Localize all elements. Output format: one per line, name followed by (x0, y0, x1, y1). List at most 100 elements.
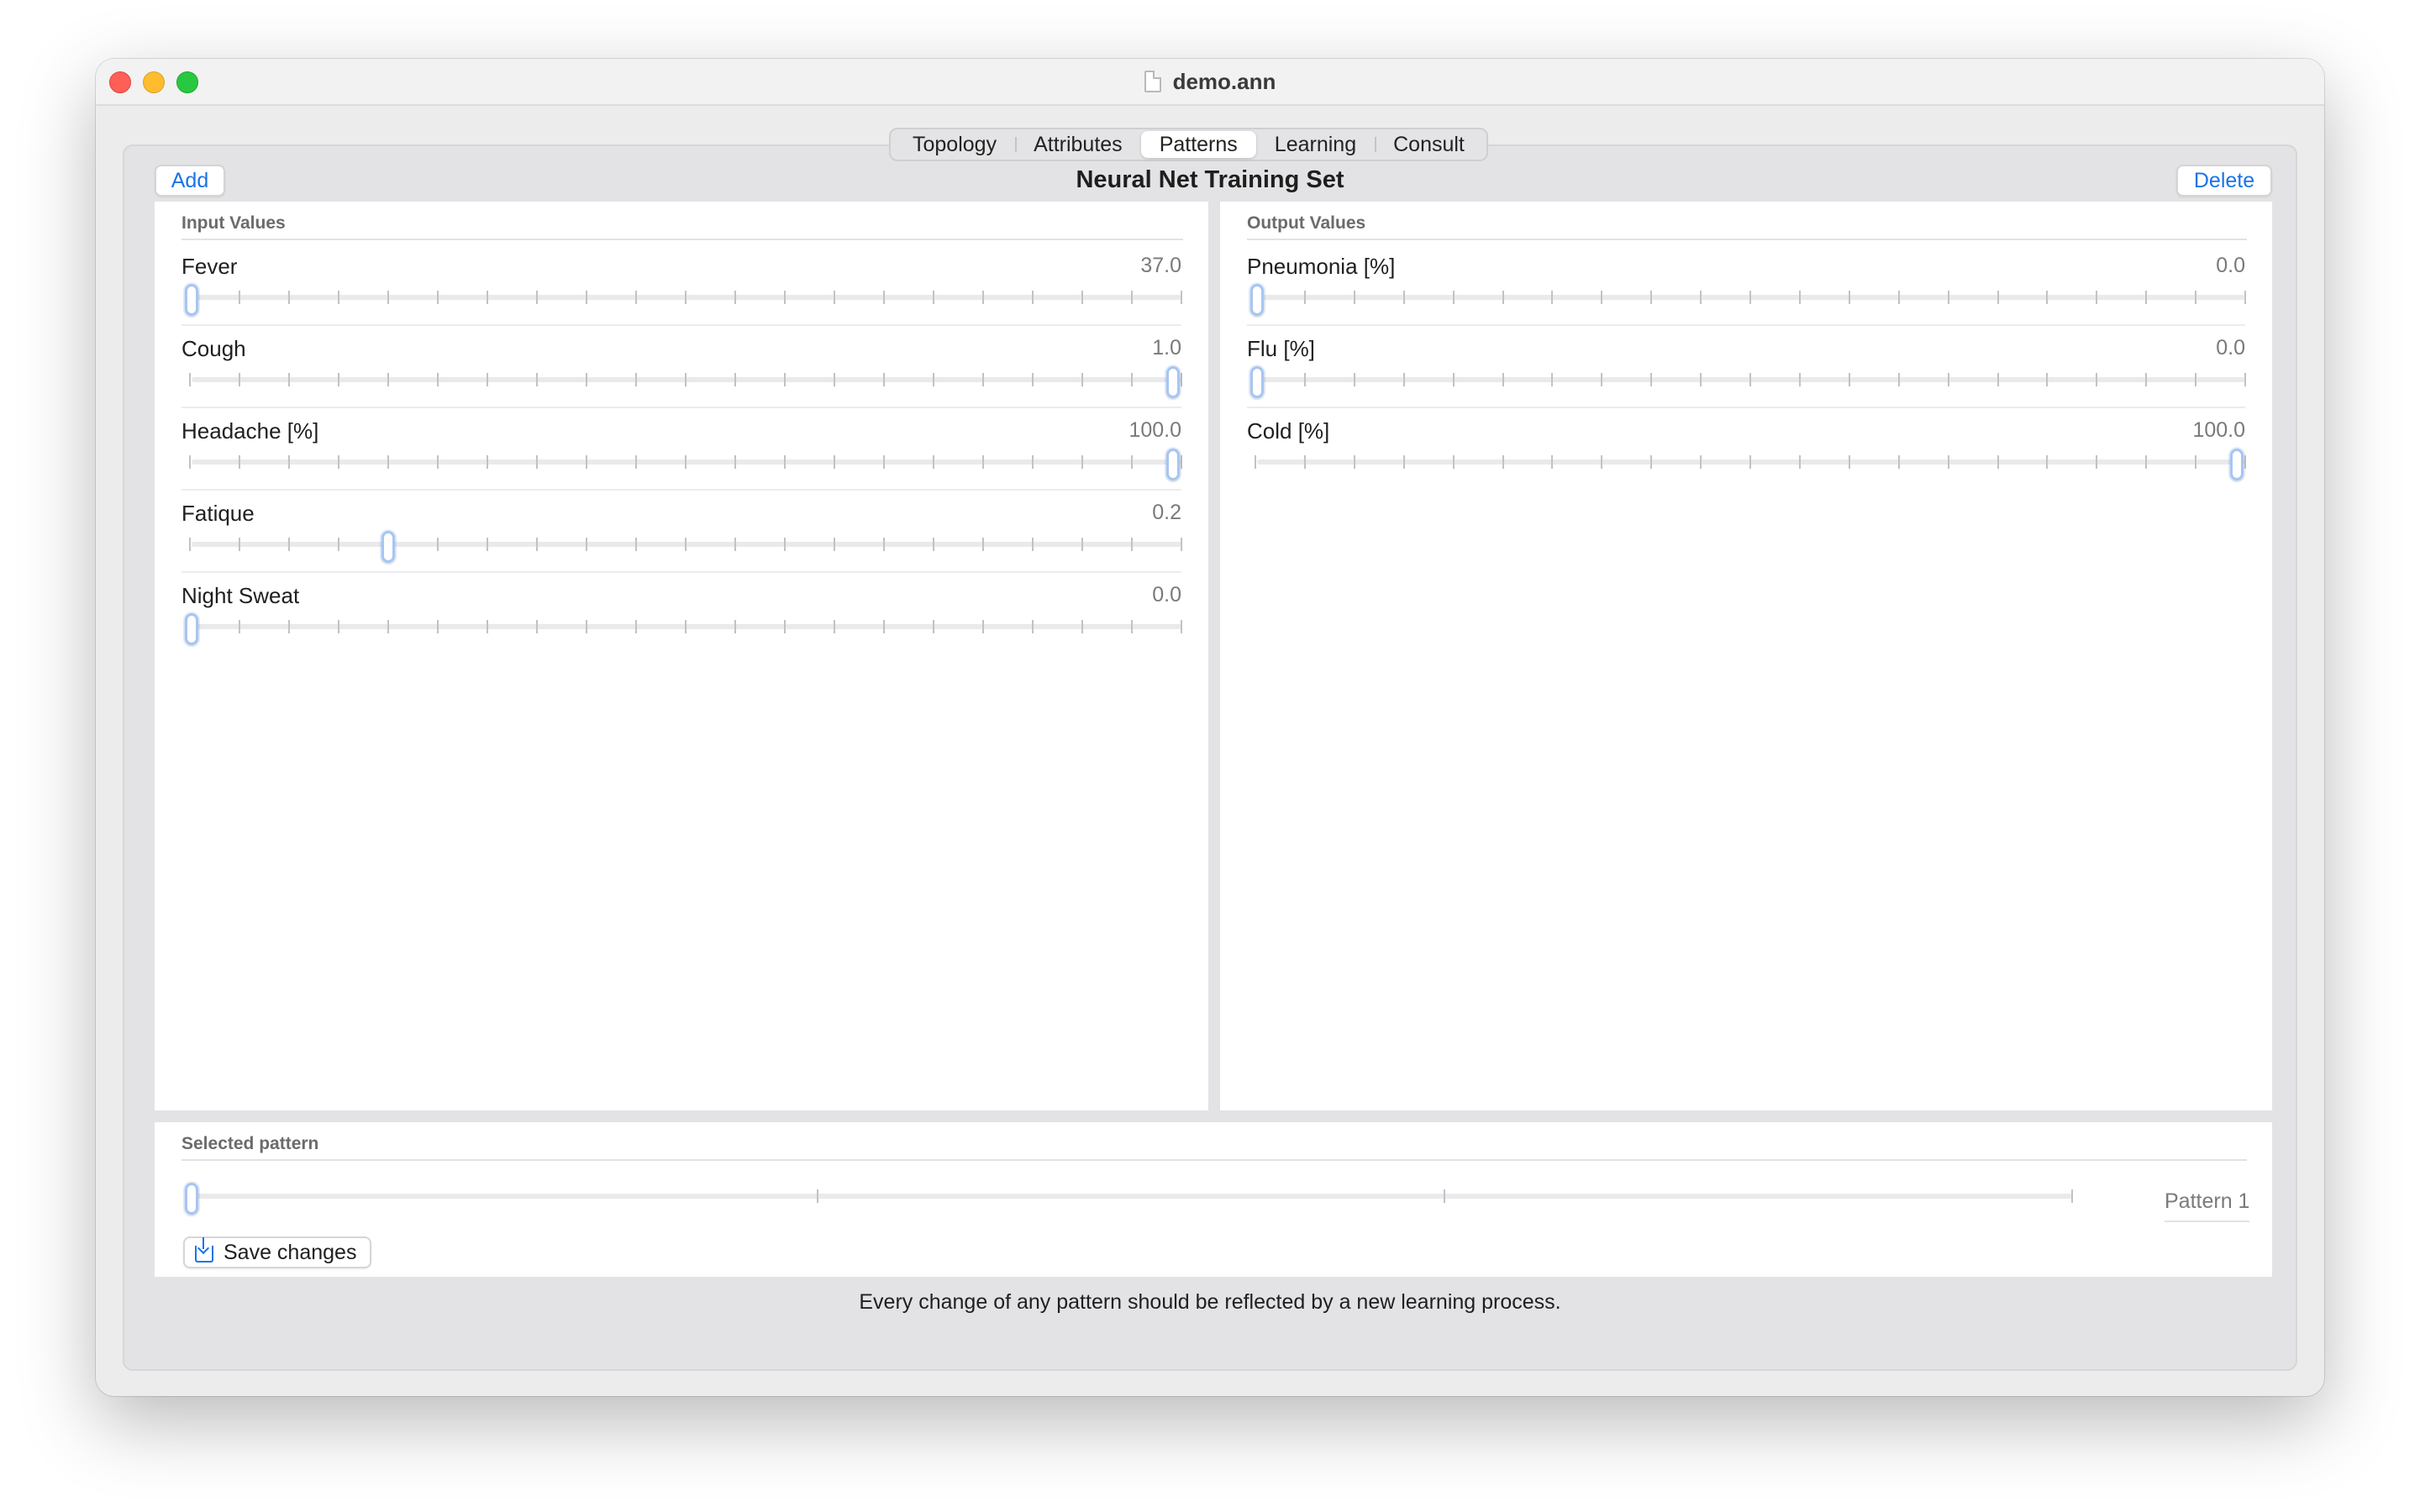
slider-tick (1601, 373, 1603, 386)
value-label: Cough (182, 336, 246, 361)
slider-tick (1897, 455, 1900, 469)
value-slider-night-sweat[interactable] (182, 613, 1182, 645)
slider-knob[interactable] (2230, 449, 2244, 480)
slider-tick (487, 291, 488, 304)
value-label: Cold [%] (1247, 418, 1330, 444)
slider-tick (784, 620, 786, 633)
slider-knob[interactable] (185, 284, 198, 316)
slider-tick (734, 620, 736, 633)
slider-tick (586, 373, 587, 386)
slider-tick (1798, 455, 1801, 469)
slider-tick (1255, 455, 1256, 469)
slider-tick (734, 538, 736, 551)
slider-tick (784, 373, 786, 386)
value-slider-flu[interactable] (1247, 366, 2246, 398)
slider-tick (816, 1189, 818, 1203)
slider-tick (982, 538, 984, 551)
output-values-panel: Output Values Pneumonia [%] 0.0 Flu [%] 0.0… (1220, 202, 2272, 1110)
tab-consult[interactable]: Consult (1375, 129, 1483, 160)
slider-tick (834, 455, 835, 469)
slider-tick (338, 620, 339, 633)
save-changes-button[interactable]: Save changes (183, 1236, 372, 1268)
slider-tick (1032, 291, 1034, 304)
slider-tick (982, 373, 984, 386)
slider-tick (1897, 373, 1900, 386)
value-slider-pneumonia[interactable] (1247, 284, 2246, 316)
slider-tick (1700, 455, 1702, 469)
selected-pattern-panel: Selected pattern Pattern 1 Save changes (155, 1122, 2272, 1277)
slider-tick (1452, 291, 1455, 304)
slider-tick (1032, 620, 1034, 633)
slider-tick (734, 373, 736, 386)
slider-tick (437, 620, 439, 633)
value-label: Fatique (182, 501, 255, 526)
slider-tick (1749, 373, 1751, 386)
slider-tick (189, 373, 191, 386)
value-label: Night Sweat (182, 583, 300, 608)
slider-tick (2195, 455, 2197, 469)
slider-tick (834, 538, 835, 551)
value-slider-cold[interactable] (1247, 449, 2246, 480)
slider-tick (239, 620, 240, 633)
slider-tick (1848, 291, 1850, 304)
slider-tick (1081, 373, 1083, 386)
tab-learning[interactable]: Learning (1256, 129, 1375, 160)
slider-tick (536, 291, 538, 304)
slider-tick (239, 291, 240, 304)
slider-tick (1181, 373, 1182, 386)
slider-knob[interactable] (1250, 366, 1264, 398)
slider-tick (387, 291, 389, 304)
value-readout: 100.0 (1128, 418, 1181, 442)
slider-tick (933, 620, 934, 633)
slider-tick (1897, 291, 1900, 304)
tab-attributes[interactable]: Attributes (1015, 129, 1141, 160)
slider-tick (1551, 373, 1554, 386)
value-label: Fever (182, 254, 238, 279)
slider-tick (2195, 291, 2197, 304)
slider-tick (1848, 455, 1850, 469)
slider-tick (982, 620, 984, 633)
selected-pattern-header: Selected pattern (182, 1134, 2247, 1161)
slider-knob[interactable] (185, 613, 198, 645)
slider-tick (487, 373, 488, 386)
input-values-panel: Input Values Fever 37.0 Cough 1.0 Headache [… (155, 202, 1208, 1110)
slider-tick (1081, 291, 1083, 304)
slider-tick (1502, 291, 1504, 304)
value-readout: 1.0 (1152, 336, 1181, 360)
slider-knob[interactable] (1250, 284, 1264, 316)
slider-tick (536, 373, 538, 386)
slider-tick (1131, 291, 1133, 304)
value-slider-fever[interactable] (182, 284, 1182, 316)
tab-patterns[interactable]: Patterns (1140, 131, 1256, 158)
value-slider-cough[interactable] (182, 366, 1182, 398)
title-bar[interactable]: demo.ann (96, 59, 2324, 106)
value-slider-fatique[interactable] (182, 531, 1182, 563)
slider-tick (1303, 291, 1306, 304)
slider-tick (1181, 455, 1182, 469)
input-values-header: Input Values (182, 213, 1183, 240)
pattern-slider[interactable] (182, 1183, 2073, 1215)
slider-tick (685, 291, 687, 304)
value-row-fever: Fever 37.0 (182, 242, 1182, 326)
slider-tick (1700, 291, 1702, 304)
slider-tick (685, 538, 687, 551)
slider-tick (1353, 373, 1355, 386)
delete-button[interactable]: Delete (2176, 165, 2272, 197)
slider-tick (1452, 373, 1455, 386)
slider-tick (1402, 373, 1405, 386)
slider-tick (338, 373, 339, 386)
tab-topology[interactable]: Topology (894, 129, 1015, 160)
value-slider-headache[interactable] (182, 449, 1182, 480)
slider-knob[interactable] (185, 1183, 198, 1215)
slider-tick (2244, 455, 2246, 469)
value-readout: 37.0 (1140, 254, 1181, 277)
document-icon (1144, 71, 1161, 92)
slider-knob[interactable] (1166, 366, 1180, 398)
slider-tick (834, 373, 835, 386)
slider-tick (883, 620, 885, 633)
slider-knob[interactable] (1166, 449, 1180, 480)
slider-knob[interactable] (381, 531, 395, 563)
value-row-flu: Flu [%] 0.0 (1247, 324, 2246, 408)
pattern-label: Pattern 1 (2165, 1189, 2250, 1222)
slider-tick (734, 291, 736, 304)
